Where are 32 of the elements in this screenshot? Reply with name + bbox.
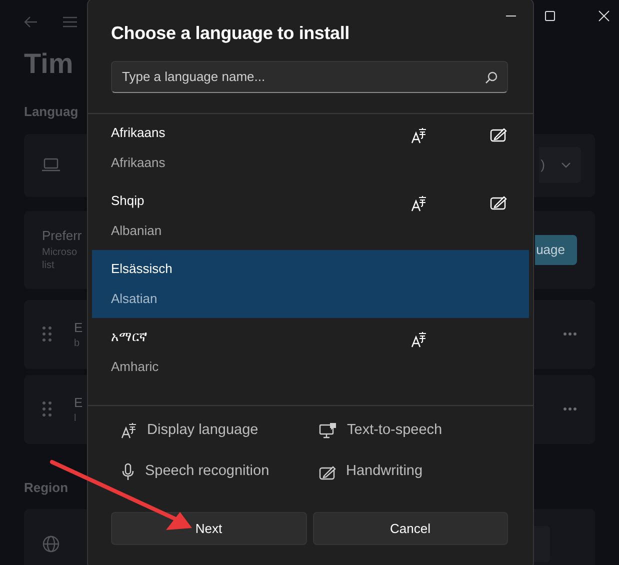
language-native-name: Elsässisch <box>111 260 174 278</box>
language-native-name: Afrikaans <box>111 124 166 142</box>
legend-label: Handwriting <box>346 462 423 482</box>
language-list-item[interactable]: Elsässisch Alsatian <box>92 250 529 318</box>
language-native-name: Shqip <box>111 192 146 210</box>
search-field[interactable]: Type a language name... <box>111 60 508 93</box>
language-list-item[interactable]: Shqip Albanian <box>92 182 529 250</box>
language-description: b <box>74 337 81 350</box>
setting-title: Preferr <box>42 227 82 246</box>
add-language-button[interactable]: uage <box>535 234 577 264</box>
language-english-name: Afrikaans <box>111 154 166 172</box>
section-label: Languag <box>24 103 78 121</box>
language-list-item[interactable]: Afrikaans Afrikaans <box>92 114 529 182</box>
dialog-title: Choose a language to install <box>111 23 350 45</box>
section-label: Region <box>24 478 68 497</box>
legend-label: Text-to-speech <box>347 420 442 440</box>
language-list-item[interactable]: አማርኛ Amharic <box>92 318 529 386</box>
setting-description: Microso <box>42 246 78 260</box>
legend-label: Speech recognition <box>145 462 270 482</box>
language-title: E <box>74 318 83 336</box>
next-button[interactable]: Next <box>111 512 306 546</box>
language-english-name: Alsatian <box>111 290 158 308</box>
legend-label: Display language <box>147 420 258 440</box>
language-english-name: Amharic <box>111 358 160 376</box>
page-title: Tim <box>24 50 74 78</box>
language-title: E <box>74 394 83 412</box>
setting-description: list <box>42 259 56 273</box>
dropdown-value: ) <box>540 156 545 174</box>
language-description: l <box>74 412 78 426</box>
language-native-name: አማርኛ <box>111 328 148 346</box>
language-english-name: Albanian <box>111 222 163 240</box>
cancel-button[interactable]: Cancel <box>312 512 508 546</box>
